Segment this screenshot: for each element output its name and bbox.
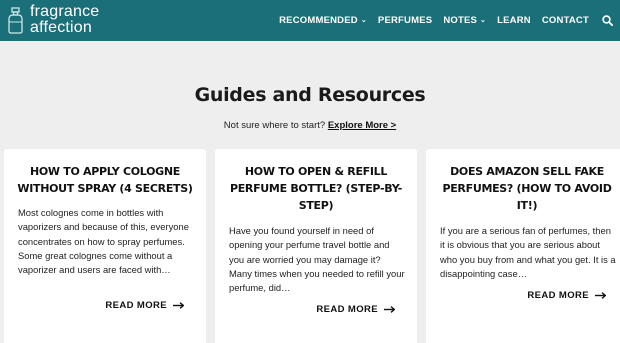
read-more-link[interactable]: READ MORE [527,290,606,301]
nav-item-label: PERFUMES [377,15,433,26]
chevron-down-icon: ⌄ [480,17,487,24]
read-more-link[interactable]: READ MORE [105,300,184,311]
nav-item-label: LEARN [497,15,531,26]
read-more-link[interactable]: READ MORE [316,304,395,315]
article-card: DOES AMAZON SELL FAKE PERFUMES? (HOW TO … [426,149,620,343]
logo-text-line2: affection [30,19,92,36]
site-logo[interactable]: fragrance affection [6,4,99,36]
nav-item-label: CONTACT [541,15,589,26]
site-header: fragrance affection RECOMMENDED ⌄ PERFUM… [0,0,620,41]
article-title[interactable]: DOES AMAZON SELL FAKE PERFUMES? (HOW TO … [436,163,618,214]
article-card: HOW TO APPLY COLOGNE WITHOUT SPRAY (4 SE… [4,149,206,343]
logo-text-line1: fragrance [30,3,100,20]
perfume-bottle-icon [8,6,23,34]
intro-text: Not sure where to start? [223,120,326,131]
nav-item-learn[interactable]: LEARN [497,15,531,26]
read-more-label: READ MORE [316,304,378,315]
main-nav: RECOMMENDED ⌄ PERFUMES NOTES ⌄ LEARN CON… [268,0,613,41]
explore-more-link[interactable]: Explore More > [328,120,396,131]
nav-item-perfumes[interactable]: PERFUMES [378,15,432,26]
article-excerpt: Most colognes come in bottles with vapor… [18,207,189,276]
article-card: HOW TO OPEN & REFILL PERFUME BOTTLE? (ST… [215,149,417,343]
nav-item-notes[interactable]: NOTES ⌄ [443,15,486,26]
article-excerpt: If you are a serious fan of perfumes, th… [440,225,616,279]
article-excerpt: Have you found yourself in need of openi… [229,225,405,294]
nav-item-contact[interactable]: CONTACT [542,15,589,26]
intro-line: Not sure where to start? Explore More > [0,120,620,131]
nav-item-label: RECOMMENDED [279,15,358,26]
chevron-down-icon: ⌄ [360,17,367,24]
arrow-right-icon [173,302,184,309]
arrow-right-icon [384,306,395,313]
page-title: Guides and Resources [194,84,426,106]
read-more-label: READ MORE [527,290,589,301]
read-more-label: READ MORE [105,300,167,311]
article-title[interactable]: HOW TO OPEN & REFILL PERFUME BOTTLE? (ST… [225,163,407,214]
article-title[interactable]: HOW TO APPLY COLOGNE WITHOUT SPRAY (4 SE… [14,163,196,197]
search-icon[interactable] [602,15,613,26]
nav-item-label: NOTES [443,15,478,26]
nav-item-recommended[interactable]: RECOMMENDED ⌄ [279,15,367,26]
arrow-right-icon [595,292,606,299]
